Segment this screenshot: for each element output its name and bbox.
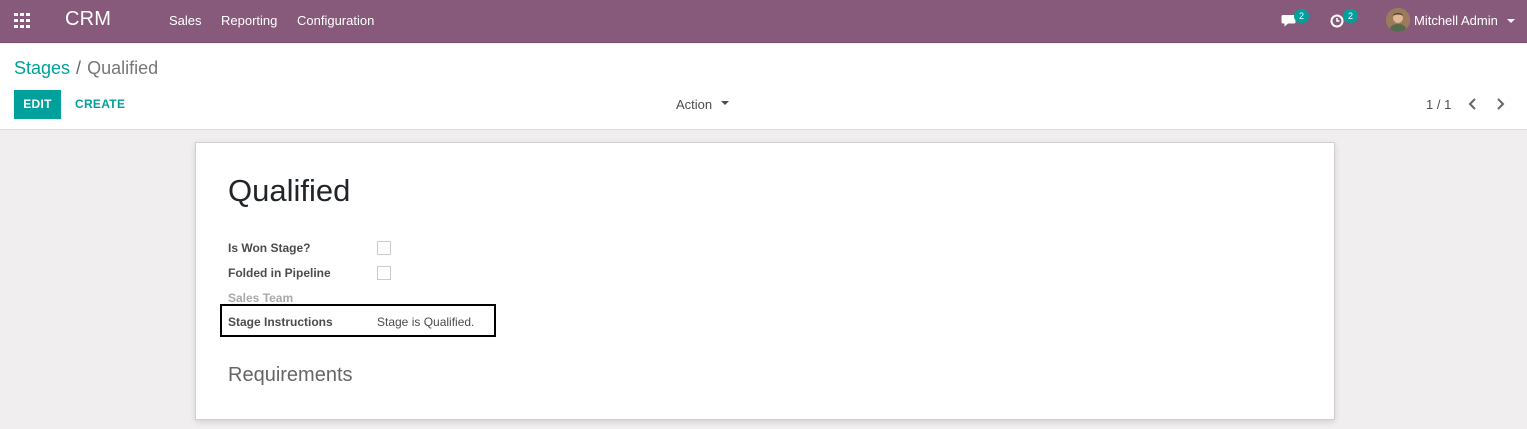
action-caret-icon[interactable] xyxy=(721,101,729,105)
edit-button[interactable]: EDIT xyxy=(14,90,61,119)
breadcrumb-stages-link[interactable]: Stages xyxy=(14,58,70,78)
chevron-left-icon xyxy=(1468,98,1476,110)
sales-team-label: Sales Team xyxy=(228,291,294,305)
avatar-image xyxy=(1386,8,1410,32)
chevron-right-icon xyxy=(1497,98,1505,110)
create-button[interactable]: CREATE xyxy=(75,90,125,119)
pager-next-button[interactable] xyxy=(1493,96,1507,112)
breadcrumb: Stages / Qualified xyxy=(14,58,158,79)
form-sheet: Qualified Is Won Stage? Folded in Pipeli… xyxy=(195,142,1335,420)
menu-reporting[interactable]: Reporting xyxy=(221,13,277,28)
stage-instructions-value: Stage is Qualified. xyxy=(377,315,475,329)
pager-previous-button[interactable] xyxy=(1466,96,1480,112)
menu-sales[interactable]: Sales xyxy=(169,13,202,28)
activities-count-badge: 2 xyxy=(1343,9,1358,23)
breadcrumb-current: Qualified xyxy=(87,58,159,78)
action-label: Action xyxy=(676,97,713,112)
stage-instructions-label: Stage Instructions xyxy=(228,315,333,329)
pager-value[interactable]: 1 / 1 xyxy=(1426,97,1451,112)
top-navbar: CRM Sales Reporting Configuration 2 2 Mi… xyxy=(0,0,1527,43)
folded-in-pipeline-label: Folded in Pipeline xyxy=(228,266,331,280)
messages-count-badge: 2 xyxy=(1294,9,1309,23)
user-menu-caret-icon[interactable] xyxy=(1507,19,1515,23)
control-panel: Stages / Qualified EDIT CREATE Action 1 / … xyxy=(0,44,1527,130)
requirements-section-title: Requirements xyxy=(228,364,353,386)
apps-grid-icon[interactable] xyxy=(14,13,31,28)
user-name[interactable]: Mitchell Admin xyxy=(1414,13,1498,28)
is-won-stage-label: Is Won Stage? xyxy=(228,241,311,255)
action-dropdown[interactable]: Action xyxy=(676,97,712,112)
is-won-stage-checkbox[interactable] xyxy=(377,241,391,255)
app-brand[interactable]: CRM xyxy=(65,8,111,31)
menu-configuration[interactable]: Configuration xyxy=(297,13,374,28)
folded-in-pipeline-checkbox[interactable] xyxy=(377,266,391,280)
breadcrumb-separator: / xyxy=(76,58,82,78)
record-title: Qualified xyxy=(228,173,351,208)
user-avatar[interactable] xyxy=(1386,8,1410,32)
